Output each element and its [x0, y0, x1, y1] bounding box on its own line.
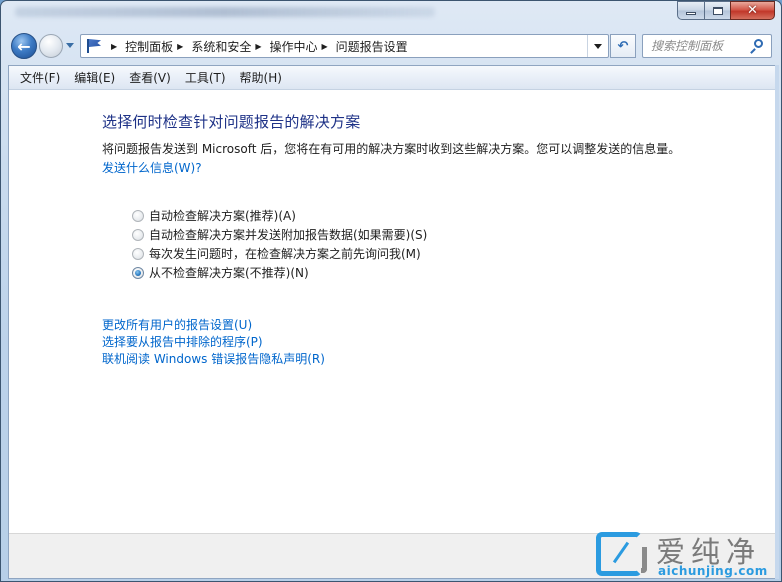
what-info-sent-link[interactable]: 发送什么信息(W)?: [102, 159, 775, 176]
option-auto-check[interactable]: 自动检查解决方案(推荐)(A): [132, 206, 775, 225]
breadcrumb-problem-reporting-settings[interactable]: 问题报告设置: [336, 38, 408, 55]
solution-check-options: 自动检查解决方案(推荐)(A) 自动检查解决方案并发送附加报告数据(如果需要)(…: [132, 206, 775, 282]
content-area: 文件(F) 编辑(E) 查看(V) 工具(T) 帮助(H) 选择何时检查针对问题…: [8, 65, 776, 579]
menu-help[interactable]: 帮助(H): [233, 69, 289, 86]
search-box[interactable]: [642, 34, 772, 58]
menu-bar: 文件(F) 编辑(E) 查看(V) 工具(T) 帮助(H): [9, 66, 775, 90]
settings-panel: 选择何时检查针对问题报告的解决方案 将问题报告发送到 Microsoft 后，您…: [9, 111, 775, 368]
back-arrow-icon: ←: [17, 36, 31, 56]
radio-ask-me[interactable]: [132, 247, 144, 260]
close-icon: ✕: [747, 3, 758, 18]
exclude-programs-link[interactable]: 选择要从报告中排除的程序(P): [102, 334, 775, 351]
option-label[interactable]: 自动检查解决方案(推荐)(A): [149, 207, 296, 224]
search-input[interactable]: [651, 39, 743, 53]
radio-auto-check-send-data[interactable]: [132, 228, 144, 241]
breadcrumb-separator-icon[interactable]: ▶: [322, 42, 328, 51]
breadcrumb-separator-icon[interactable]: ▶: [255, 42, 261, 51]
radio-auto-check[interactable]: [132, 209, 144, 222]
option-label[interactable]: 从不检查解决方案(不推荐)(N): [149, 264, 309, 281]
close-button[interactable]: ✕: [730, 1, 775, 20]
refresh-icon: ↶: [617, 38, 629, 54]
option-ask-me[interactable]: 每次发生问题时，在检查解决方案之前先询问我(M): [132, 244, 775, 263]
control-panel-window: ✕ ← ▶ 控制面板 ▶ 系统和安全 ▶ 操作中心 ▶ 问题报告设置 ↶ 搜索控…: [0, 0, 782, 582]
privacy-statement-link[interactable]: 联机阅读 Windows 错误报告隐私声明(R): [102, 351, 775, 368]
window-right-border: [775, 65, 779, 579]
window-controls: ✕: [677, 1, 775, 20]
forward-button[interactable]: [39, 34, 63, 58]
menu-view[interactable]: 查看(V): [122, 69, 178, 86]
breadcrumb-system-security[interactable]: 系统和安全: [191, 38, 251, 55]
menu-tools[interactable]: 工具(T): [178, 69, 233, 86]
window-title-blurred: [15, 7, 435, 17]
minimize-button[interactable]: [677, 1, 704, 20]
breadcrumb-separator-icon[interactable]: ▶: [111, 42, 117, 51]
page-title: 选择何时检查针对问题报告的解决方案: [102, 113, 361, 131]
refresh-button[interactable]: ↶: [610, 34, 636, 58]
breadcrumb-separator-icon[interactable]: ▶: [177, 42, 183, 51]
search-icon[interactable]: [749, 39, 763, 54]
option-label[interactable]: 自动检查解决方案并发送附加报告数据(如果需要)(S): [149, 226, 427, 243]
menu-file[interactable]: 文件(F): [13, 69, 67, 86]
option-label[interactable]: 每次发生问题时，在检查解决方案之前先询问我(M): [149, 245, 421, 262]
minimize-icon: [686, 11, 696, 15]
maximize-button[interactable]: [704, 1, 730, 20]
related-links: 更改所有用户的报告设置(U) 选择要从报告中排除的程序(P) 联机阅读 Wind…: [102, 317, 775, 368]
menu-edit[interactable]: 编辑(E): [67, 69, 122, 86]
maximize-icon: [712, 6, 723, 15]
page-description: 将问题报告发送到 Microsoft 后，您将在有可用的解决方案时收到这些解决方…: [102, 142, 681, 156]
address-history-dropdown-icon[interactable]: [594, 44, 602, 49]
breadcrumb-action-center[interactable]: 操作中心: [270, 38, 318, 55]
navigation-bar: ← ▶ 控制面板 ▶ 系统和安全 ▶ 操作中心 ▶ 问题报告设置 ↶: [1, 31, 781, 61]
action-center-flag-icon: [85, 38, 103, 54]
option-never-check[interactable]: 从不检查解决方案(不推荐)(N): [132, 263, 775, 282]
button-footer: [9, 533, 775, 578]
address-bar[interactable]: ▶ 控制面板 ▶ 系统和安全 ▶ 操作中心 ▶ 问题报告设置: [80, 34, 609, 58]
breadcrumb-control-panel[interactable]: 控制面板: [125, 38, 173, 55]
option-auto-check-send-data[interactable]: 自动检查解决方案并发送附加报告数据(如果需要)(S): [132, 225, 775, 244]
recent-pages-dropdown-icon[interactable]: [66, 43, 74, 48]
address-divider: [587, 35, 588, 57]
change-all-users-settings-link[interactable]: 更改所有用户的报告设置(U): [102, 317, 775, 334]
back-button[interactable]: ←: [11, 33, 37, 59]
title-bar[interactable]: ✕: [1, 1, 781, 27]
radio-never-check[interactable]: [132, 266, 144, 279]
